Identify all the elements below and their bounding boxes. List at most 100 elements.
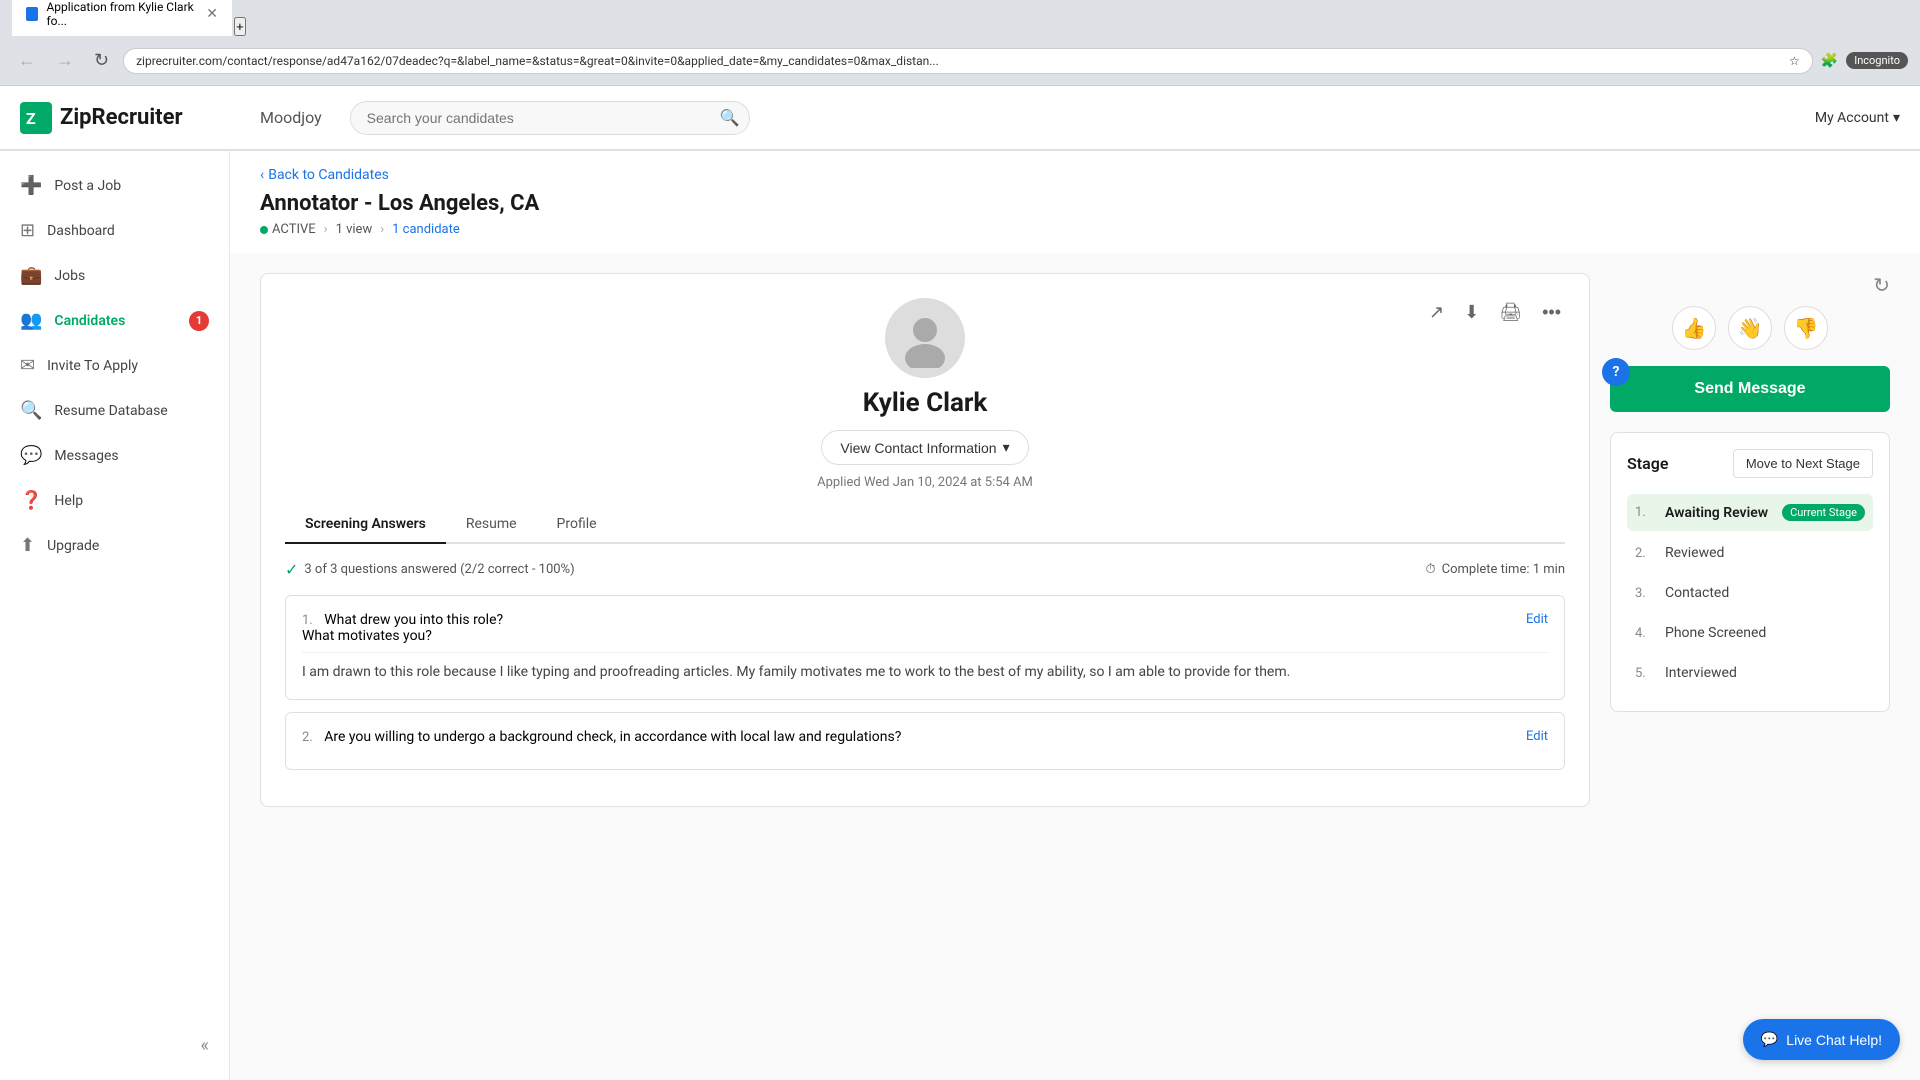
tab-screening-answers[interactable]: Screening Answers: [285, 506, 446, 544]
more-options-button[interactable]: •••: [1538, 298, 1565, 327]
sidebar-item-dashboard[interactable]: ⊞ Dashboard: [0, 208, 229, 253]
reload-button[interactable]: ↻: [88, 48, 115, 73]
my-account-button[interactable]: My Account ▾: [1815, 110, 1900, 126]
stage-item-1[interactable]: 1. Awaiting Review Current Stage: [1627, 494, 1873, 531]
live-chat-label: Live Chat Help!: [1786, 1032, 1882, 1048]
sidebar-item-post-job[interactable]: ➕ Post a Job: [0, 163, 229, 208]
sidebar-item-resume-database[interactable]: 🔍 Resume Database: [0, 388, 229, 433]
browser-tab[interactable]: Application from Kylie Clark fo... ✕: [12, 0, 232, 36]
refresh-icon: ↻: [1873, 273, 1890, 298]
sidebar-item-jobs[interactable]: 💼 Jobs: [0, 253, 229, 298]
messages-icon: 💬: [20, 445, 42, 466]
logo-area: Z ZipRecruiter: [20, 102, 240, 134]
complete-time: ⏱ Complete time: 1 min: [1426, 562, 1566, 577]
close-tab-button[interactable]: ✕: [206, 6, 218, 22]
vote-buttons: 👍 👋 👎: [1610, 306, 1890, 350]
chat-icon: 💬: [1761, 1031, 1778, 1048]
sidebar-item-invite-to-apply[interactable]: ✉ Invite To Apply: [0, 343, 229, 388]
thumbs-up-button[interactable]: 👍: [1672, 306, 1716, 350]
move-to-next-stage-button[interactable]: Move to Next Stage: [1733, 449, 1873, 478]
candidate-card: ↗ ⬇ 🖨 ••• Kylie Clark: [260, 273, 1590, 807]
stage-item-5[interactable]: 5. Interviewed: [1627, 655, 1873, 691]
chevron-down-icon: ▾: [1893, 110, 1900, 126]
extensions-icon: 🧩: [1821, 53, 1838, 69]
sidebar-item-candidates[interactable]: 👥 Candidates 1: [0, 298, 229, 343]
candidates-icon: 👥: [20, 310, 42, 331]
back-chevron-icon: ‹: [260, 167, 264, 183]
complete-time-text: Complete time: 1 min: [1442, 562, 1565, 577]
dashboard-icon: ⊞: [20, 220, 35, 241]
address-bar[interactable]: ziprecruiter.com/contact/response/ad47a1…: [123, 48, 1813, 74]
upgrade-icon: ⬆: [20, 535, 35, 556]
app-body: ➕ Post a Job ⊞ Dashboard 💼 Jobs 👥 Candid…: [0, 151, 1920, 1080]
bookmark-icon: ☆: [1789, 54, 1800, 68]
chevron-down-icon: ▾: [1003, 439, 1010, 456]
candidate-actions: ↗ ⬇ 🖨 •••: [1425, 298, 1565, 327]
send-message-button[interactable]: Send Message: [1610, 366, 1890, 412]
browser-toolbar: ← → ↻ ziprecruiter.com/contact/response/…: [0, 36, 1920, 86]
main-content: ‹ Back to Candidates Annotator - Los Ang…: [230, 151, 1920, 1080]
stage-name-3: Contacted: [1665, 585, 1865, 601]
refresh-button[interactable]: ↻: [1610, 273, 1890, 298]
sidebar-label-jobs: Jobs: [54, 268, 85, 284]
back-button[interactable]: ←: [12, 48, 42, 73]
collapse-icon: «: [201, 1035, 209, 1056]
stage-item-2[interactable]: 2. Reviewed: [1627, 535, 1873, 571]
job-title: Annotator - Los Angeles, CA: [260, 191, 1890, 222]
search-button[interactable]: 🔍: [720, 108, 740, 128]
stage-item-3[interactable]: 3. Contacted: [1627, 575, 1873, 611]
stage-number-4: 4.: [1635, 626, 1655, 641]
sidebar-label-post-job: Post a Job: [54, 178, 121, 194]
download-button[interactable]: ⬇: [1460, 298, 1483, 327]
help-tooltip-icon: ?: [1602, 358, 1630, 386]
view-contact-info-button[interactable]: View Contact Information ▾: [821, 430, 1028, 465]
search-input[interactable]: [350, 101, 750, 135]
sidebar: ➕ Post a Job ⊞ Dashboard 💼 Jobs 👥 Candid…: [0, 151, 230, 1080]
send-message-label: Send Message: [1694, 380, 1805, 397]
candidate-top: ↗ ⬇ 🖨 ••• Kylie Clark: [285, 298, 1565, 506]
share-button[interactable]: ↗: [1425, 298, 1448, 327]
stage-item-4[interactable]: 4. Phone Screened: [1627, 615, 1873, 651]
back-to-candidates-link[interactable]: ‹ Back to Candidates: [260, 151, 389, 191]
stage-number-2: 2.: [1635, 546, 1655, 561]
sidebar-collapse-button[interactable]: «: [0, 1023, 229, 1068]
search-area: 🔍: [350, 101, 750, 135]
live-chat-button[interactable]: 💬 Live Chat Help!: [1743, 1019, 1900, 1060]
stage-panel: Stage Move to Next Stage 1. Awaiting Rev…: [1610, 432, 1890, 712]
forward-button[interactable]: →: [50, 48, 80, 73]
edit-question-2-link[interactable]: Edit: [1526, 729, 1548, 744]
tab-profile[interactable]: Profile: [537, 506, 617, 544]
svg-text:Z: Z: [26, 109, 36, 128]
sidebar-label-resume-db: Resume Database: [54, 403, 167, 419]
qa-summary: ✓ 3 of 3 questions answered (2/2 correct…: [285, 560, 575, 579]
company-name: Moodjoy: [260, 108, 322, 127]
resume-db-icon: 🔍: [20, 400, 42, 421]
candidate-tabs: Screening Answers Resume Profile: [285, 506, 1565, 544]
candidate-area: ↗ ⬇ 🖨 ••• Kylie Clark: [230, 253, 1920, 827]
print-button[interactable]: 🖨: [1495, 298, 1526, 327]
app-header: Z ZipRecruiter Moodjoy 🔍 My Account ▾: [0, 86, 1920, 151]
sidebar-item-upgrade[interactable]: ⬆ Upgrade: [0, 523, 229, 568]
send-message-area: ? Send Message: [1610, 366, 1890, 412]
candidates-count-link[interactable]: 1 candidate: [392, 222, 460, 237]
question-text-2: 2. Are you willing to undergo a backgrou…: [302, 729, 901, 745]
tab-title: Application from Kylie Clark fo...: [46, 0, 198, 28]
sidebar-item-messages[interactable]: 💬 Messages: [0, 433, 229, 478]
page-header: ‹ Back to Candidates Annotator - Los Ang…: [230, 151, 1920, 253]
sidebar-item-help[interactable]: ❓ Help: [0, 478, 229, 523]
post-job-icon: ➕: [20, 175, 42, 196]
active-label: ACTIVE: [272, 222, 316, 237]
tab-resume[interactable]: Resume: [446, 506, 537, 544]
browser-controls: 🧩 Incognito: [1821, 52, 1908, 69]
question-number-2: 2.: [302, 730, 313, 745]
ziprecruiter-logo-icon: Z: [20, 102, 52, 134]
thumbs-down-button[interactable]: 👎: [1784, 306, 1828, 350]
edit-question-1-link[interactable]: Edit: [1526, 612, 1548, 627]
new-tab-button[interactable]: +: [234, 17, 246, 36]
answer-text-1: I am drawn to this role because I like t…: [302, 652, 1548, 683]
sidebar-label-candidates: Candidates: [54, 313, 125, 329]
thumbs-sideways-button[interactable]: 👋: [1728, 306, 1772, 350]
sidebar-label-help: Help: [54, 493, 83, 509]
stage-name-2: Reviewed: [1665, 545, 1865, 561]
contact-info-label: View Contact Information: [840, 440, 996, 456]
